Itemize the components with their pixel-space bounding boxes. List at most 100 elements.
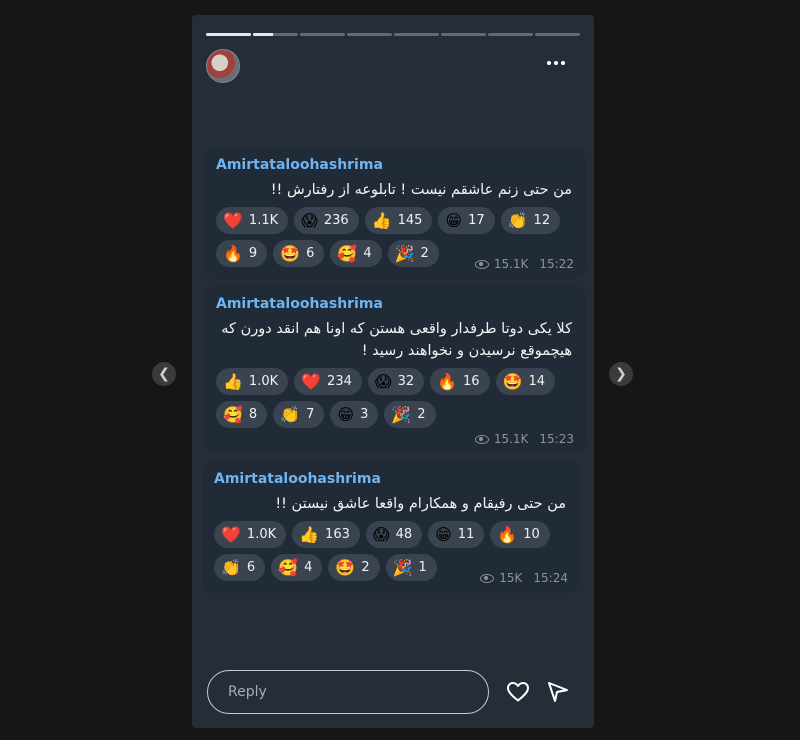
reaction-count: 4: [304, 560, 313, 575]
reaction-count: 3: [360, 407, 369, 422]
reaction-chip[interactable]: 🥰 4: [330, 240, 382, 267]
progress-segment: [488, 33, 533, 36]
message-author: Amirtataloohashrima: [216, 157, 383, 173]
reaction-count: 17: [468, 213, 485, 228]
reaction-count: 1: [418, 560, 427, 575]
view-count: 15.1K: [493, 257, 529, 271]
reaction-emoji-icon: 👏: [280, 404, 301, 424]
reaction-chip[interactable]: 🤩 2: [328, 554, 380, 581]
message-text: من حتی رفیقام و همکارام واقعا عاشق نیستن…: [275, 496, 566, 512]
reaction-chip[interactable]: 🎉 2: [387, 240, 439, 267]
progress-segment: [206, 33, 251, 36]
message-text: کلا یکی دوتا طرفدار واقعی هستن که اونا ه…: [221, 321, 572, 359]
chevron-right-icon[interactable]: ❯: [609, 362, 633, 386]
message-author: Amirtataloohashrima: [214, 471, 381, 487]
eye-icon: [474, 259, 489, 269]
reaction-chip[interactable]: 🥰 4: [271, 554, 323, 581]
reaction-emoji-icon: 🔥: [223, 243, 243, 263]
reaction-emoji-icon: ❤️: [223, 210, 243, 230]
reaction-chip[interactable]: ❤️ 1.0K: [214, 521, 287, 548]
reaction-chip[interactable]: 👍 145: [364, 207, 433, 234]
reaction-count: 1.1K: [248, 213, 279, 228]
message-card: Amirtataloohashrima کلا یکی دوتا طرفدار …: [204, 286, 586, 454]
reaction-count: 1.0K: [248, 374, 279, 389]
progress-segment: [300, 33, 345, 36]
reaction-count: 11: [457, 527, 475, 542]
reaction-emoji-icon: 🥰: [337, 243, 358, 263]
reaction-chip[interactable]: 😁 11: [428, 521, 485, 548]
reaction-emoji-icon: 🎉: [394, 243, 415, 263]
reaction-chip[interactable]: 😁 17: [438, 207, 495, 234]
reaction-emoji-icon: ❤️: [221, 524, 241, 544]
reaction-count: 12: [533, 213, 551, 228]
reaction-emoji-icon: 😁: [445, 210, 463, 230]
reaction-count: 2: [420, 246, 429, 261]
reaction-emoji-icon: 🎉: [392, 557, 413, 577]
reaction-emoji-icon: 👍: [371, 210, 392, 230]
progress-segment: [535, 33, 580, 36]
reaction-chip[interactable]: 🥰 8: [216, 401, 268, 428]
reaction-chip[interactable]: 🔥 10: [490, 521, 550, 548]
message-meta: 15.1K 15:22: [474, 257, 574, 271]
reaction-chip[interactable]: 😱 48: [365, 521, 423, 548]
story-progress-bar: [206, 33, 580, 36]
reaction-emoji-icon: ❤️: [301, 371, 322, 391]
reaction-chip[interactable]: 👏 12: [500, 207, 561, 234]
reaction-count: 145: [397, 213, 423, 228]
reaction-chip[interactable]: 👍 1.0K: [216, 368, 289, 395]
reaction-chip[interactable]: 🎉 2: [384, 401, 436, 428]
reaction-emoji-icon: 😁: [435, 524, 452, 544]
reaction-chip[interactable]: ❤️ 234: [294, 368, 362, 395]
message-meta: 15.1K 15:23: [474, 432, 574, 446]
reply-input[interactable]: Reply: [207, 670, 489, 714]
reaction-emoji-icon: 👏: [507, 210, 528, 230]
reaction-emoji-icon: 👍: [299, 524, 320, 544]
progress-segment: [394, 33, 439, 36]
reaction-count: 6: [246, 560, 256, 575]
reaction-emoji-icon: 😱: [372, 524, 390, 544]
reaction-count: 10: [523, 527, 540, 542]
reaction-count: 32: [397, 374, 415, 389]
reaction-chip[interactable]: 👏 6: [214, 554, 266, 581]
reaction-chip[interactable]: 🎉 1: [385, 554, 437, 581]
chevron-left-icon[interactable]: ❮: [152, 362, 176, 386]
avatar[interactable]: [206, 49, 240, 83]
heart-outline-icon[interactable]: [505, 680, 531, 704]
reaction-chip[interactable]: 🔥 9: [216, 240, 268, 267]
reaction-count: 16: [463, 374, 480, 389]
reaction-emoji-icon: 🤩: [280, 243, 301, 263]
progress-segment: [253, 33, 298, 36]
reaction-chip[interactable]: 😱 32: [367, 368, 425, 395]
reaction-emoji-icon: 😁: [337, 404, 355, 424]
reaction-chip[interactable]: 👍 163: [292, 521, 360, 548]
reaction-chip[interactable]: 😱 236: [294, 207, 359, 234]
reaction-chip[interactable]: ❤️ 1.1K: [216, 207, 289, 234]
reaction-count: 48: [395, 527, 413, 542]
reaction-count: 7: [306, 407, 315, 422]
view-count: 15K: [499, 571, 523, 585]
reaction-chip[interactable]: 😁 3: [330, 401, 379, 428]
progress-fill: [253, 33, 274, 36]
reaction-emoji-icon: 🤩: [335, 557, 356, 577]
reaction-emoji-icon: 🎉: [391, 404, 412, 424]
reaction-chip[interactable]: 🤩 14: [495, 368, 556, 395]
message-time: 15:24: [533, 571, 568, 585]
message-card: Amirtataloohashrima من حتی زنم عاشقم نیس…: [204, 147, 586, 279]
progress-fill: [206, 33, 251, 36]
progress-segment: [347, 33, 392, 36]
message-author: Amirtataloohashrima: [216, 296, 383, 312]
view-count: 15.1K: [493, 432, 529, 446]
reaction-count: 1.0K: [246, 527, 277, 542]
reaction-chip[interactable]: 👏 7: [273, 401, 325, 428]
send-icon[interactable]: [545, 680, 571, 704]
reaction-chip[interactable]: 🤩 6: [273, 240, 325, 267]
eye-icon: [480, 573, 495, 583]
reaction-list: 👍 1.0K ❤️ 234 😱 32 🔥 16 🤩 14 🥰 8 👏 7 😁 3 🎉 2: [216, 368, 574, 428]
reaction-count: 14: [528, 374, 546, 389]
reaction-chip[interactable]: 🔥 16: [430, 368, 490, 395]
more-options-icon[interactable]: [542, 53, 570, 73]
reaction-count: 4: [363, 246, 372, 261]
reaction-count: 6: [306, 246, 315, 261]
reaction-emoji-icon: 👍: [223, 371, 243, 391]
message-meta: 15K 15:24: [480, 571, 568, 585]
